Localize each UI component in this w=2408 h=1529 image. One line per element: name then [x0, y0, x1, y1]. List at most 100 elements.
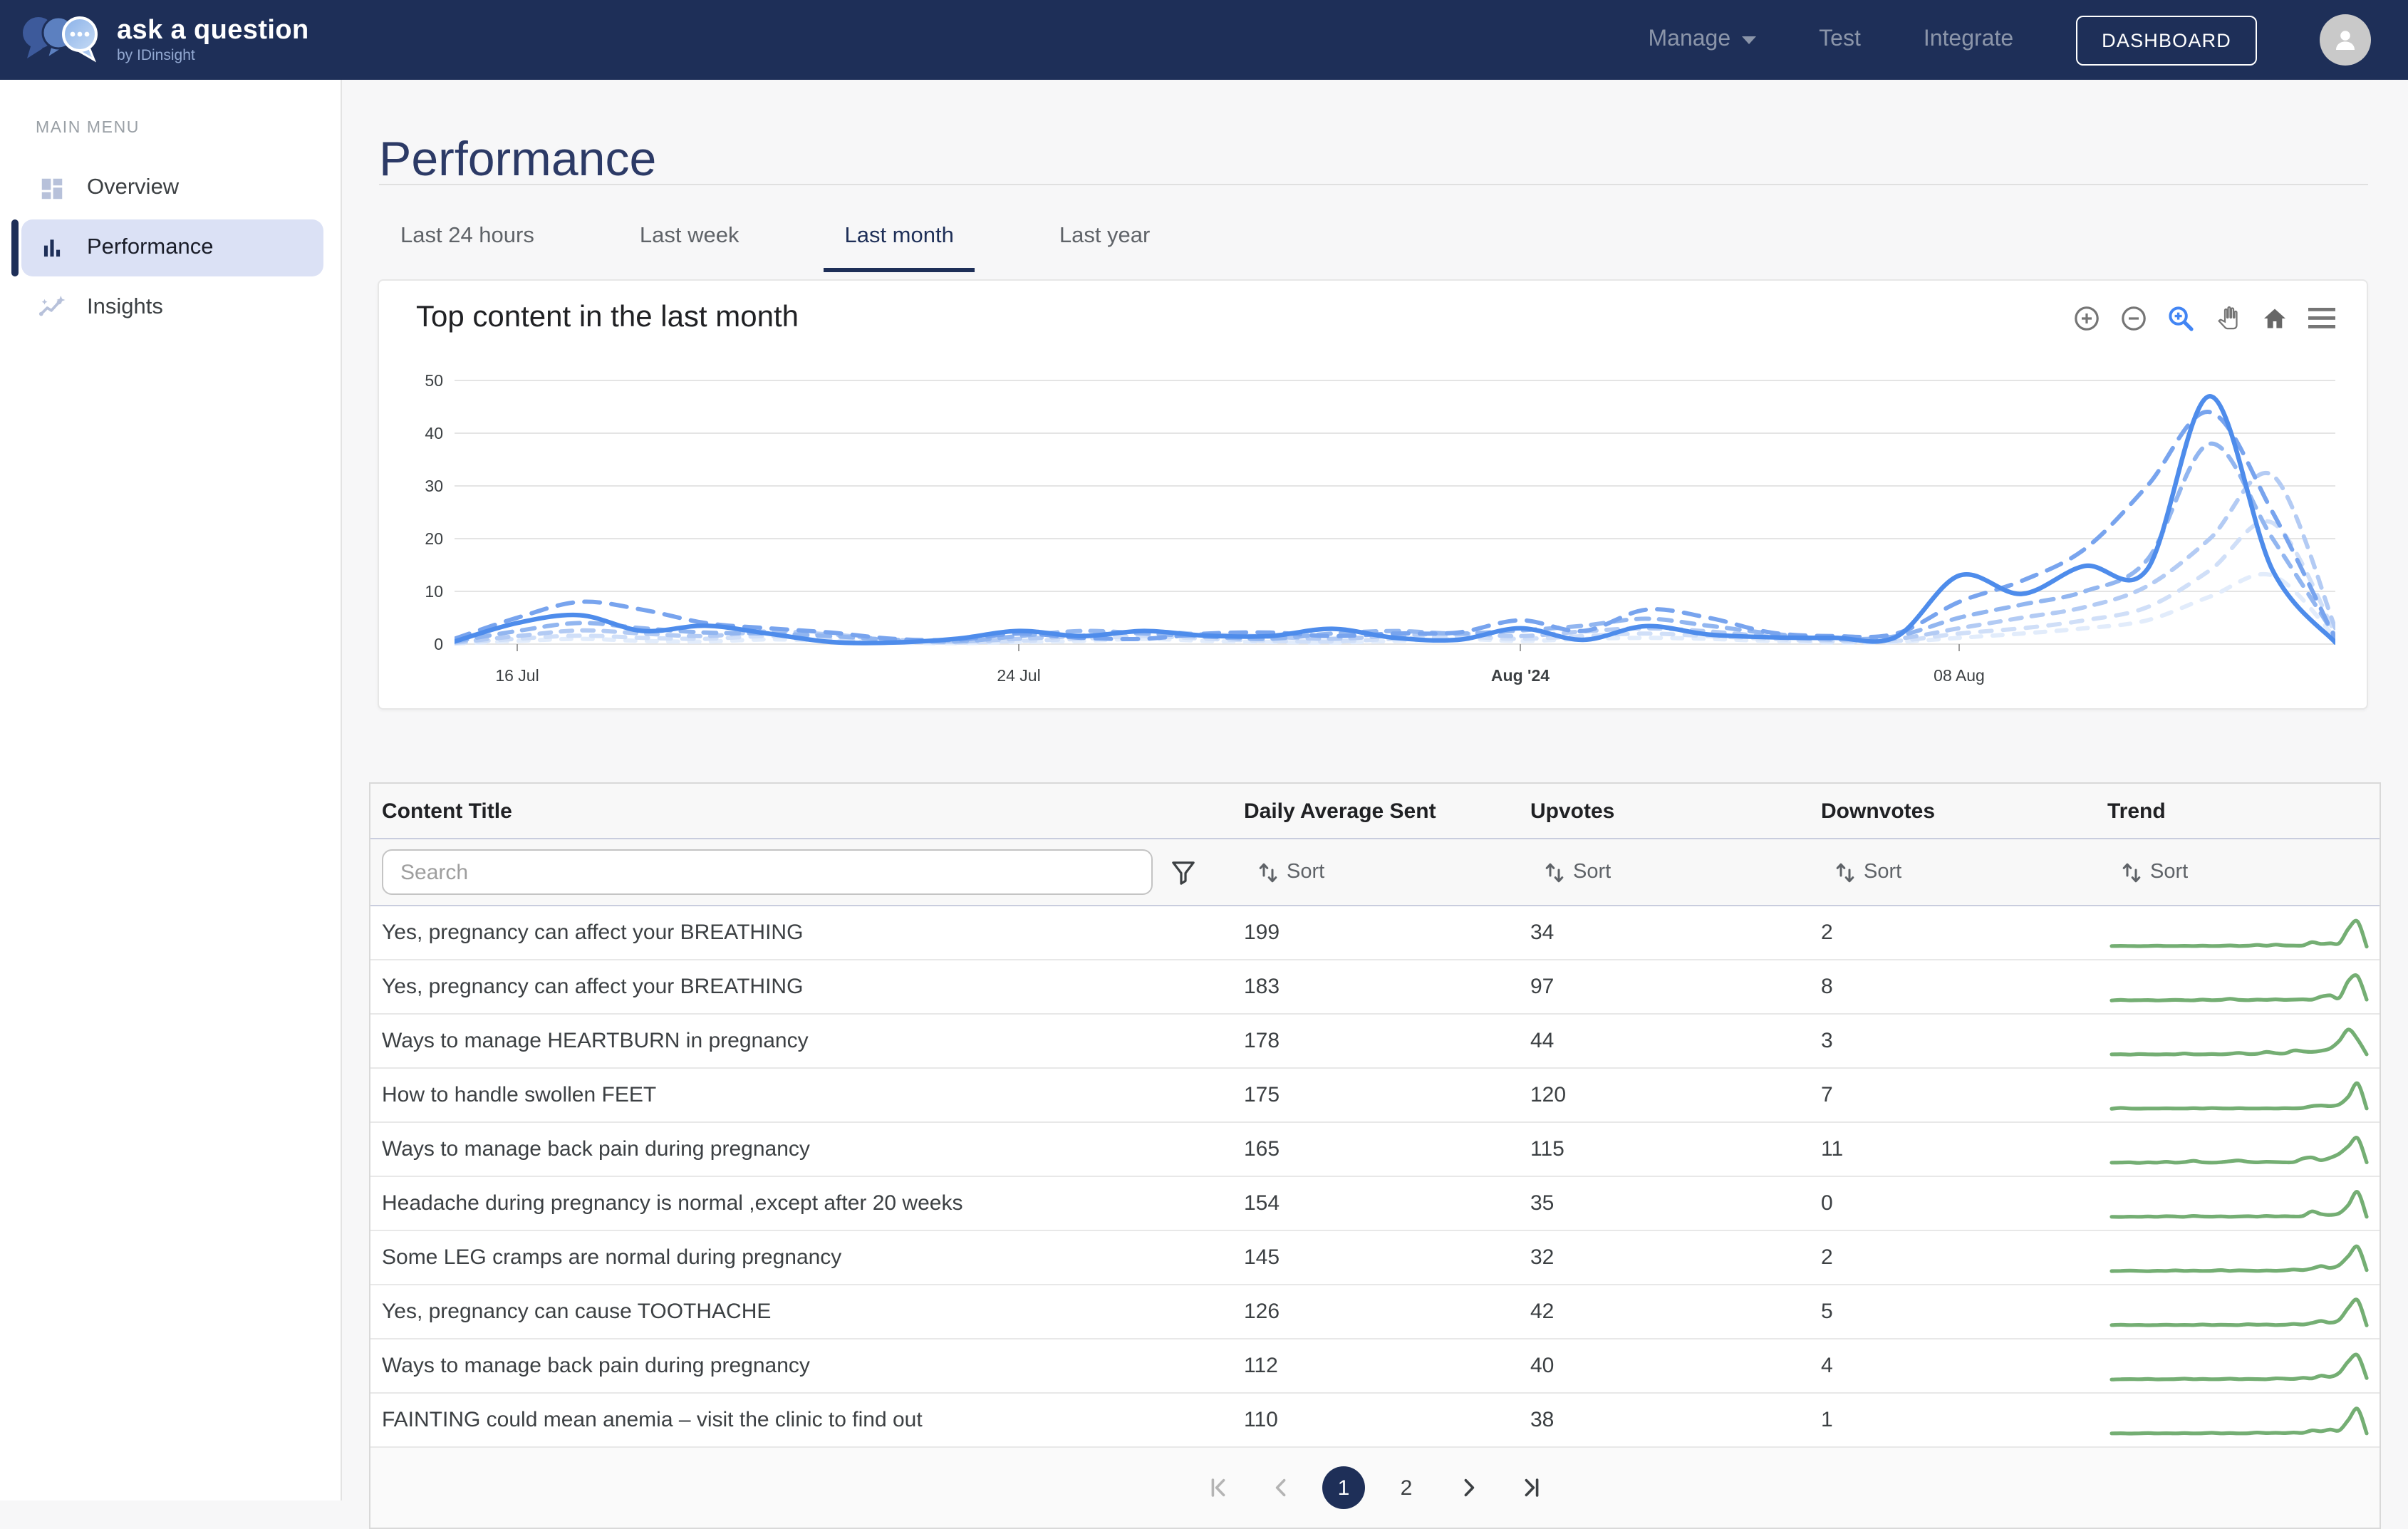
brand-subtitle: by IDinsight	[117, 48, 309, 63]
nav-link-manage[interactable]: Manage	[1649, 27, 1757, 53]
sort-trend-button[interactable]: Sort	[2122, 861, 2380, 883]
daily-average-sent-cell: 112	[1244, 1354, 1530, 1378]
svg-text:40: 40	[425, 424, 443, 442]
downvotes-cell: 11	[1821, 1137, 2107, 1161]
table-row: Ways to manage back pain during pregnanc…	[370, 1123, 2380, 1177]
content-title-cell: Ways to manage back pain during pregnanc…	[370, 1354, 1244, 1378]
table-row: Yes, pregnancy can affect your BREATHING…	[370, 906, 2380, 960]
upvotes-cell: 42	[1530, 1300, 1821, 1324]
content-title-cell: Ways to manage back pain during pregnanc…	[370, 1137, 1244, 1161]
daily-average-sent-cell: 145	[1244, 1245, 1530, 1270]
nav-link-test-label: Test	[1819, 27, 1861, 53]
trend-sparkline	[2107, 1183, 2371, 1223]
navbar-links: Manage Test Integrate DASHBOARD	[1649, 14, 2408, 66]
trend-sparkline	[2107, 1238, 2371, 1277]
main-content: Performance Last 24 hours Last week Last…	[343, 80, 2408, 1526]
sort-label: Sort	[1287, 861, 1324, 883]
first-page-button[interactable]	[1197, 1466, 1240, 1509]
trend-sparkline	[2107, 1346, 2371, 1386]
sidebar-item-performance[interactable]: Performance	[21, 219, 323, 276]
downvotes-cell: 2	[1821, 1245, 2107, 1270]
upvotes-cell: 115	[1530, 1137, 1821, 1161]
column-header-trend: Trend	[2107, 799, 2380, 823]
table-pagination: 1 2	[370, 1448, 2380, 1528]
nav-link-integrate[interactable]: Integrate	[1924, 27, 2013, 53]
table-header-row: Content Title Daily Average Sent Upvotes…	[370, 784, 2380, 839]
table-row: Yes, pregnancy can cause TOOTHACHE 126 4…	[370, 1285, 2380, 1339]
nav-link-test[interactable]: Test	[1819, 27, 1861, 53]
trend-sparkline	[2107, 913, 2371, 953]
trend-sparkline	[2107, 1021, 2371, 1061]
sort-label: Sort	[1864, 861, 1901, 883]
tab-last-week[interactable]: Last week	[618, 201, 761, 272]
downvotes-cell: 3	[1821, 1029, 2107, 1053]
table-row: Some LEG cramps are normal during pregna…	[370, 1231, 2380, 1285]
previous-page-button[interactable]	[1260, 1466, 1302, 1509]
page-1-button[interactable]: 1	[1322, 1466, 1365, 1509]
page-title: Performance	[379, 133, 656, 188]
sort-arrows-icon	[1258, 861, 1278, 883]
chevron-down-icon	[1740, 35, 1756, 45]
upvotes-cell: 38	[1530, 1408, 1821, 1432]
last-page-button[interactable]	[1510, 1466, 1553, 1509]
upvotes-cell: 44	[1530, 1029, 1821, 1053]
sort-downvotes-button[interactable]: Sort	[1835, 861, 2107, 883]
person-icon	[2331, 26, 2360, 54]
sidebar-item-insights[interactable]: Insights	[21, 279, 323, 336]
column-header-daily-average-sent: Daily Average Sent	[1244, 799, 1530, 823]
sidebar-item-label: Insights	[87, 295, 163, 321]
svg-text:16 Jul: 16 Jul	[495, 666, 539, 685]
nav-link-manage-label: Manage	[1649, 27, 1731, 53]
downvotes-cell: 2	[1821, 921, 2107, 945]
sort-upvotes-button[interactable]: Sort	[1545, 861, 1821, 883]
trend-sparkline	[2107, 967, 2371, 1007]
trend-sparkline	[2107, 1075, 2371, 1115]
daily-average-sent-cell: 178	[1244, 1029, 1530, 1053]
user-avatar[interactable]	[2320, 14, 2371, 66]
table-row: Headache during pregnancy is normal ,exc…	[370, 1177, 2380, 1231]
table-filter-row: Sort Sort Sort	[370, 839, 2380, 906]
tab-last-year[interactable]: Last year	[1038, 201, 1172, 272]
tab-last-month[interactable]: Last month	[823, 201, 975, 272]
app-root: ask a question by IDinsight Manage Test …	[0, 0, 2408, 1526]
svg-text:08 Aug: 08 Aug	[1934, 666, 1985, 685]
content-title-cell: How to handle swollen FEET	[370, 1083, 1244, 1107]
sort-arrows-icon	[1835, 861, 1855, 883]
table-row: Ways to manage HEARTBURN in pregnancy 17…	[370, 1015, 2380, 1069]
svg-text:24 Jul: 24 Jul	[997, 666, 1040, 685]
app-logo[interactable]: ask a question by IDinsight	[0, 11, 309, 68]
content-title-cell: Yes, pregnancy can cause TOOTHACHE	[370, 1300, 1244, 1324]
search-input[interactable]	[382, 849, 1153, 895]
sidebar-item-overview[interactable]: Overview	[21, 160, 323, 217]
next-page-button[interactable]	[1448, 1466, 1490, 1509]
tab-last-24-hours[interactable]: Last 24 hours	[379, 201, 556, 272]
chat-bubbles-logo-icon	[20, 11, 103, 68]
brand-text: ask a question by IDinsight	[117, 17, 309, 63]
svg-text:50: 50	[425, 371, 443, 390]
bar-chart-icon	[37, 234, 66, 262]
svg-text:Aug '24: Aug '24	[1491, 666, 1550, 685]
sort-daily-average-sent-button[interactable]: Sort	[1258, 861, 1530, 883]
downvotes-cell: 5	[1821, 1300, 2107, 1324]
column-header-content-title: Content Title	[370, 799, 1244, 823]
filter-funnel-icon[interactable]	[1171, 860, 1195, 884]
content-title-cell: Headache during pregnancy is normal ,exc…	[370, 1191, 1244, 1216]
upvotes-cell: 40	[1530, 1354, 1821, 1378]
page-2-button[interactable]: 2	[1385, 1466, 1428, 1509]
column-header-downvotes: Downvotes	[1821, 799, 2107, 823]
trend-sparkline	[2107, 1292, 2371, 1332]
content-title-cell: Ways to manage HEARTBURN in pregnancy	[370, 1029, 1244, 1053]
sidebar: MAIN MENU Overview Performance Insi	[0, 80, 342, 1501]
top-content-line-chart[interactable]: 0102030405016 Jul24 JulAug '2408 Aug	[379, 281, 2367, 708]
content-table: Content Title Daily Average Sent Upvotes…	[369, 782, 2381, 1529]
svg-text:20: 20	[425, 529, 443, 548]
dashboard-button[interactable]: DASHBOARD	[2076, 15, 2257, 65]
insights-sparkle-icon	[37, 294, 66, 322]
upvotes-cell: 32	[1530, 1245, 1821, 1270]
upvotes-cell: 120	[1530, 1083, 1821, 1107]
search-area	[370, 849, 1244, 895]
sidebar-item-label: Overview	[87, 175, 179, 201]
upvotes-cell: 34	[1530, 921, 1821, 945]
downvotes-cell: 8	[1821, 975, 2107, 999]
content-title-cell: Yes, pregnancy can affect your BREATHING	[370, 921, 1244, 945]
